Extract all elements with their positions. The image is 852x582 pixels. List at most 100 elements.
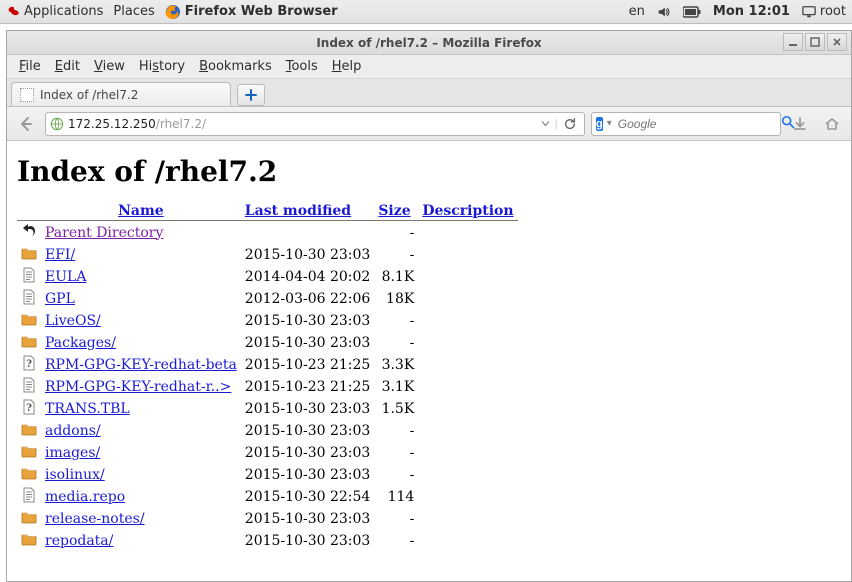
folder-icon xyxy=(21,443,37,459)
panel-active-app[interactable]: Firefox Web Browser xyxy=(165,4,338,20)
col-name: Name xyxy=(41,202,241,221)
file-link[interactable]: release-notes/ xyxy=(45,511,145,527)
sort-size-link[interactable]: Size xyxy=(378,203,410,219)
window-close-button[interactable] xyxy=(827,33,847,51)
unknown-icon: ? xyxy=(21,355,37,371)
search-bar[interactable]: g ▾ xyxy=(591,112,781,136)
file-size: - xyxy=(374,420,418,442)
file-link[interactable]: Packages/ xyxy=(45,335,116,351)
menu-bookmarks[interactable]: Bookmarks xyxy=(193,57,278,76)
file-link[interactable]: RPM-GPG-KEY-redhat-r..> xyxy=(45,379,231,395)
col-size: Size xyxy=(374,202,418,221)
file-link[interactable]: RPM-GPG-KEY-redhat-beta xyxy=(45,357,237,373)
parent-directory-link[interactable]: Parent Directory xyxy=(45,225,163,241)
search-engine-dropdown-icon[interactable]: ▾ xyxy=(607,118,612,129)
file-link[interactable]: addons/ xyxy=(45,423,101,439)
panel-user[interactable]: root xyxy=(802,4,846,19)
battery-icon[interactable] xyxy=(683,6,701,18)
gnome-top-panel: Applications Places Firefox Web Browser … xyxy=(0,0,852,24)
file-link[interactable]: media.repo xyxy=(45,489,125,505)
firefox-menubar: File Edit View History Bookmarks Tools H… xyxy=(7,55,851,79)
menu-file[interactable]: File xyxy=(13,57,47,76)
file-size: 3.3K xyxy=(374,354,418,376)
file-icon xyxy=(21,377,37,393)
back-button[interactable] xyxy=(13,111,39,137)
svg-text:?: ? xyxy=(26,403,32,414)
table-header-row: Name Last modified Size Description xyxy=(17,202,518,221)
sort-lastmod-link[interactable]: Last modified xyxy=(245,203,351,219)
back-icon xyxy=(17,115,35,133)
file-size: 114 xyxy=(374,486,418,508)
file-date: 2015-10-30 23:03 xyxy=(241,398,375,420)
menu-history[interactable]: History xyxy=(133,57,191,76)
home-button[interactable] xyxy=(819,111,845,137)
sort-desc-link[interactable]: Description xyxy=(422,203,513,219)
parent-directory-row: Parent Directory - xyxy=(17,222,518,244)
globe-icon xyxy=(50,117,64,131)
file-link[interactable]: GPL xyxy=(45,291,75,307)
downloads-button[interactable] xyxy=(787,111,813,137)
file-size: 1.5K xyxy=(374,398,418,420)
panel-clock[interactable]: Mon 12:01 xyxy=(713,4,790,19)
volume-icon[interactable] xyxy=(657,5,671,19)
window-minimize-button[interactable] xyxy=(783,33,803,51)
new-tab-button[interactable] xyxy=(237,84,265,106)
reload-button[interactable] xyxy=(562,116,578,132)
search-engine-icon: g xyxy=(596,117,603,131)
url-text: 172.25.12.250/rhel7.2/ xyxy=(68,117,537,131)
firefox-window: Index of /rhel7.2 – Mozilla Firefox File… xyxy=(6,30,852,582)
panel-applications-label: Applications xyxy=(24,4,103,19)
file-date: 2015-10-30 23:03 xyxy=(241,332,375,354)
file-link[interactable]: EFI/ xyxy=(45,247,75,263)
url-host: 172.25.12.250 xyxy=(68,117,156,131)
panel-lang[interactable]: en xyxy=(629,4,645,19)
tab-active[interactable]: Index of /rhel7.2 xyxy=(11,82,231,106)
firefox-icon xyxy=(165,4,181,20)
col-last-modified: Last modified xyxy=(241,202,375,221)
table-row: release-notes/2015-10-30 23:03- xyxy=(17,508,518,530)
plus-icon xyxy=(245,89,257,101)
panel-places[interactable]: Places xyxy=(113,4,154,19)
unknown-icon: ? xyxy=(21,399,37,415)
table-row: repodata/2015-10-30 23:03- xyxy=(17,530,518,552)
file-size: 8.1K xyxy=(374,266,418,288)
folder-icon xyxy=(21,311,37,327)
window-maximize-button[interactable] xyxy=(805,33,825,51)
search-input[interactable] xyxy=(616,116,777,132)
file-size: - xyxy=(374,508,418,530)
url-bar[interactable]: 172.25.12.250/rhel7.2/ | xyxy=(45,112,585,136)
file-size: 18K xyxy=(374,288,418,310)
file-date: 2015-10-30 23:03 xyxy=(241,244,375,266)
folder-icon xyxy=(21,245,37,261)
file-date: 2014-04-04 20:02 xyxy=(241,266,375,288)
menu-view[interactable]: View xyxy=(88,57,131,76)
menu-tools[interactable]: Tools xyxy=(280,57,324,76)
panel-applications[interactable]: Applications xyxy=(6,4,103,19)
file-date: 2015-10-30 23:03 xyxy=(241,508,375,530)
folder-icon xyxy=(21,421,37,437)
file-link[interactable]: repodata/ xyxy=(45,533,113,549)
file-link[interactable]: TRANS.TBL xyxy=(45,401,130,417)
panel-places-label: Places xyxy=(113,4,154,19)
file-link[interactable]: isolinux/ xyxy=(45,467,105,483)
menu-help[interactable]: Help xyxy=(326,57,368,76)
navigation-toolbar: 172.25.12.250/rhel7.2/ | g ▾ xyxy=(7,107,851,141)
file-size: - xyxy=(374,442,418,464)
download-icon xyxy=(792,116,808,132)
table-row: GPL2012-03-06 22:0618K xyxy=(17,288,518,310)
table-row: ?RPM-GPG-KEY-redhat-beta2015-10-23 21:25… xyxy=(17,354,518,376)
file-link[interactable]: EULA xyxy=(45,269,86,285)
sort-name-link[interactable]: Name xyxy=(118,203,164,219)
file-link[interactable]: images/ xyxy=(45,445,100,461)
menu-edit[interactable]: Edit xyxy=(49,57,86,76)
file-icon xyxy=(21,267,37,283)
window-titlebar[interactable]: Index of /rhel7.2 – Mozilla Firefox xyxy=(7,31,851,55)
page-heading: Index of /rhel7.2 xyxy=(17,155,841,188)
history-dropdown-icon[interactable] xyxy=(541,119,550,128)
folder-icon xyxy=(21,509,37,525)
file-size: - xyxy=(374,244,418,266)
panel-user-label: root xyxy=(820,4,846,19)
file-link[interactable]: LiveOS/ xyxy=(45,313,101,329)
url-path: /rhel7.2/ xyxy=(156,117,206,131)
reload-icon xyxy=(563,117,577,131)
